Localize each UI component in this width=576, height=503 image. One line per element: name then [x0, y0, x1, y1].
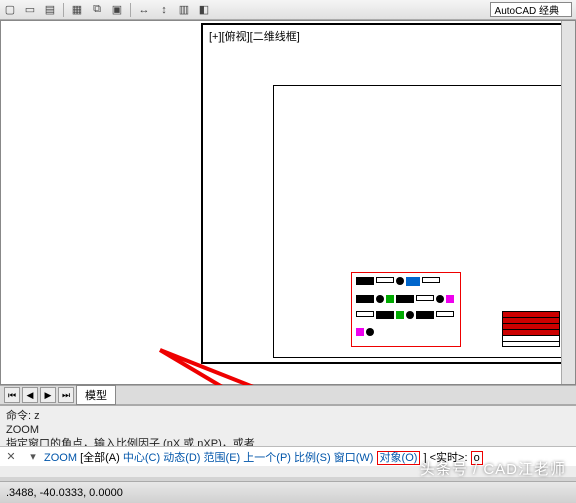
tab-prev-button[interactable]: ◀ [22, 387, 38, 403]
viewport-label: [+][俯视][二维线框] [209, 28, 300, 44]
tb-icon-paste[interactable]: ▣ [110, 3, 124, 17]
tab-first-button[interactable]: ⏮ [4, 387, 20, 403]
top-toolbar: ▢ ▭ ▤ ▦ ⧉ ▣ ↔ ↕ ▥ ◧ AutoCAD 经典 [0, 0, 576, 20]
tb-icon-dim2[interactable]: ↕ [157, 3, 171, 17]
watermark: 头条号 / CAD江老师 [420, 458, 566, 479]
toolbar-separator [130, 3, 131, 17]
command-prompt: ZOOM [全部(A) 中心(C) 动态(D) 范围(E) 上一个(P) 比例(… [44, 449, 483, 465]
tb-icon-open[interactable]: ▭ [23, 3, 37, 17]
drawing-frame: [+][俯视][二维线框] [201, 23, 573, 364]
tb-icon-copy[interactable]: ⧉ [90, 3, 104, 17]
workspace-selector[interactable]: AutoCAD 经典 [490, 2, 572, 17]
cmd-line: 命令: z [6, 409, 570, 423]
tb-icon-misc2[interactable]: ◧ [197, 3, 211, 17]
cmd-chevron-icon[interactable]: ▾ [25, 449, 41, 465]
layout-tabbar: ⏮ ◀ ▶ ⏭ 模型 [0, 385, 576, 405]
status-bar: .3488, -40.0333, 0.0000 [0, 481, 576, 503]
drawing-inner-frame [273, 85, 567, 358]
tb-icon-new[interactable]: ▢ [3, 3, 17, 17]
close-icon[interactable]: ✕ [3, 449, 19, 465]
tab-last-button[interactable]: ⏭ [58, 387, 74, 403]
scrollbar-vertical[interactable] [561, 21, 575, 384]
tb-icon-dim[interactable]: ↔ [137, 3, 151, 17]
tb-icon-misc[interactable]: ▥ [177, 3, 191, 17]
legend-box [351, 272, 461, 347]
model-tab[interactable]: 模型 [76, 385, 116, 405]
toolbar-separator [63, 3, 64, 17]
title-block [502, 311, 560, 347]
tb-icon-save[interactable]: ▤ [43, 3, 57, 17]
tb-icon-layer[interactable]: ▦ [70, 3, 84, 17]
command-history: 命令: z ZOOM 指定窗口的角点，输入比例因子 (nX 或 nXP)，或者 [0, 406, 576, 446]
drawing-canvas[interactable]: [+][俯视][二维线框] [0, 20, 576, 385]
cmd-line: ZOOM [6, 423, 570, 437]
tab-next-button[interactable]: ▶ [40, 387, 56, 403]
status-coordinates: .3488, -40.0333, 0.0000 [6, 487, 123, 499]
